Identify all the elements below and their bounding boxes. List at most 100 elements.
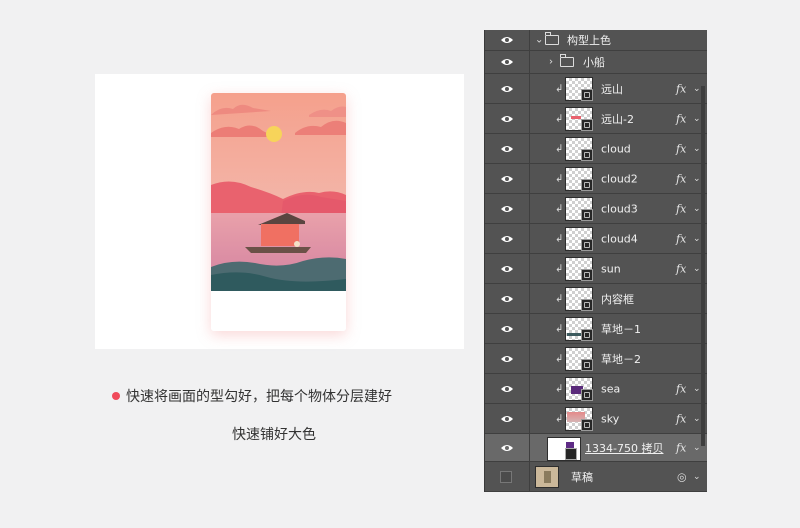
visibility-toggle[interactable] [485, 51, 530, 73]
visibility-toggle[interactable] [485, 314, 530, 343]
folder-icon [560, 54, 574, 67]
layer-name: 远山 [601, 82, 623, 96]
chevron-right-icon[interactable]: › [549, 57, 553, 68]
layer-row[interactable]: ↲ 内容框 [485, 284, 707, 314]
chevron-down-icon[interactable]: ⌄ [693, 472, 701, 482]
visibility-toggle[interactable] [485, 30, 530, 50]
clipping-mask-icon: ↲ [555, 233, 564, 244]
layer-row[interactable]: ↲ 草地－2 [485, 344, 707, 374]
chevron-down-icon[interactable]: ⌄ [693, 234, 701, 244]
layer-name: cloud3 [601, 202, 638, 215]
visibility-toggle[interactable] [485, 74, 530, 103]
caption-line-1-text: 快速将画面的型勾好，把每个物体分层建好 [126, 389, 392, 405]
caption-line-2: 快速铺好大色 [232, 427, 316, 443]
phone-mockup [211, 93, 346, 331]
layer-name: 草稿 [571, 470, 593, 484]
chevron-down-icon[interactable]: ⌄ [693, 443, 701, 453]
layer-row[interactable]: ↲ cloud4 fx ⌄ [485, 224, 707, 254]
visibility-toggle[interactable] [485, 404, 530, 433]
eye-icon [501, 37, 513, 43]
eye-icon [501, 415, 513, 422]
clipping-mask-icon: ↲ [555, 353, 564, 364]
layer-mask-icon [581, 269, 593, 281]
fx-icon[interactable]: fx [676, 202, 686, 215]
chevron-down-icon[interactable]: ⌄ [693, 414, 701, 424]
visibility-toggle[interactable] [485, 284, 530, 313]
clipping-mask-icon: ↲ [555, 83, 564, 94]
layer-row[interactable]: ↲ 远山-2 fx ⌄ [485, 104, 707, 134]
chevron-down-icon[interactable]: ⌄ [693, 84, 701, 94]
clipping-mask-icon: ↲ [555, 113, 564, 124]
visibility-toggle[interactable] [485, 194, 530, 223]
eye-icon [501, 235, 513, 242]
eye-icon [501, 85, 513, 92]
layer-mask-icon [581, 179, 593, 191]
boat-cabin [261, 224, 299, 246]
link-icon[interactable]: ◎ [677, 470, 687, 483]
layer-row[interactable]: ↲ sea fx ⌄ [485, 374, 707, 404]
layer-row[interactable]: ↲ cloud3 fx ⌄ [485, 194, 707, 224]
layer-thumbnail [535, 466, 559, 488]
fx-icon[interactable]: fx [676, 232, 686, 245]
fx-icon[interactable]: fx [676, 82, 686, 95]
layer-row[interactable]: ↲ cloud2 fx ⌄ [485, 164, 707, 194]
thumb-accent [567, 333, 581, 336]
clipping-mask-icon: ↲ [555, 143, 564, 154]
fx-icon[interactable]: fx [676, 441, 686, 454]
layer-mask-icon [565, 448, 577, 460]
visibility-toggle[interactable] [485, 254, 530, 283]
layer-row[interactable]: 草稿 ◎ ⌄ [485, 462, 707, 492]
layer-subgroup-row[interactable]: › 小船 [485, 51, 707, 74]
fx-icon[interactable]: fx [676, 382, 686, 395]
fx-icon[interactable]: fx [676, 172, 686, 185]
layer-row[interactable]: ↲ 草地－1 [485, 314, 707, 344]
chevron-down-icon[interactable]: ⌄ [693, 114, 701, 124]
layer-mask-icon [581, 389, 593, 401]
layer-group-row[interactable]: ⌄ 构型上色 [485, 30, 707, 51]
visibility-toggle[interactable] [485, 374, 530, 403]
eye-icon [501, 59, 513, 65]
layer-name: 内容框 [601, 292, 634, 306]
chevron-down-icon[interactable]: ⌄ [693, 384, 701, 394]
layer-row[interactable]: ↲ sky fx ⌄ [485, 404, 707, 434]
fx-icon[interactable]: fx [676, 142, 686, 155]
visibility-toggle[interactable] [485, 134, 530, 163]
chevron-down-icon[interactable]: ⌄ [693, 204, 701, 214]
visibility-toggle[interactable] [485, 224, 530, 253]
clipping-mask-icon: ↲ [555, 293, 564, 304]
eye-icon [501, 205, 513, 212]
layer-row[interactable]: ↲ sun fx ⌄ [485, 254, 707, 284]
fx-icon[interactable]: fx [676, 262, 686, 275]
layer-name: cloud2 [601, 172, 638, 185]
chevron-down-icon[interactable]: ⌄ [693, 264, 701, 274]
chevron-down-icon[interactable]: ⌄ [693, 144, 701, 154]
eye-icon [501, 265, 513, 272]
layer-name: sea [601, 382, 621, 395]
visibility-toggle[interactable] [485, 104, 530, 133]
layer-mask-icon [581, 329, 593, 341]
chevron-down-icon[interactable]: ⌄ [535, 35, 543, 46]
sun [266, 126, 282, 142]
layer-mask-icon [581, 149, 593, 161]
visibility-toggle[interactable] [485, 462, 530, 491]
clipping-mask-icon: ↲ [555, 203, 564, 214]
clipping-mask-icon: ↲ [555, 413, 564, 424]
layer-mask-icon [581, 419, 593, 431]
layer-row[interactable]: ↲ cloud fx ⌄ [485, 134, 707, 164]
layer-mask-icon [581, 209, 593, 221]
layer-row-selected[interactable]: 1334-750 拷贝 fx ⌄ [485, 434, 707, 462]
eye-icon [501, 175, 513, 182]
fx-icon[interactable]: fx [676, 112, 686, 125]
boat-hull [245, 247, 311, 253]
layer-name: 草地－2 [601, 352, 641, 366]
visibility-toggle[interactable] [485, 344, 530, 373]
boat-lantern [294, 241, 300, 247]
visibility-toggle[interactable] [485, 434, 530, 461]
layer-mask-icon [581, 239, 593, 251]
chevron-down-icon[interactable]: ⌄ [693, 174, 701, 184]
panel-scrollbar[interactable] [701, 86, 705, 446]
visibility-toggle[interactable] [485, 164, 530, 193]
hidden-checkbox-icon[interactable] [500, 470, 512, 483]
layer-row[interactable]: ↲ 远山 fx ⌄ [485, 74, 707, 104]
fx-icon[interactable]: fx [676, 412, 686, 425]
